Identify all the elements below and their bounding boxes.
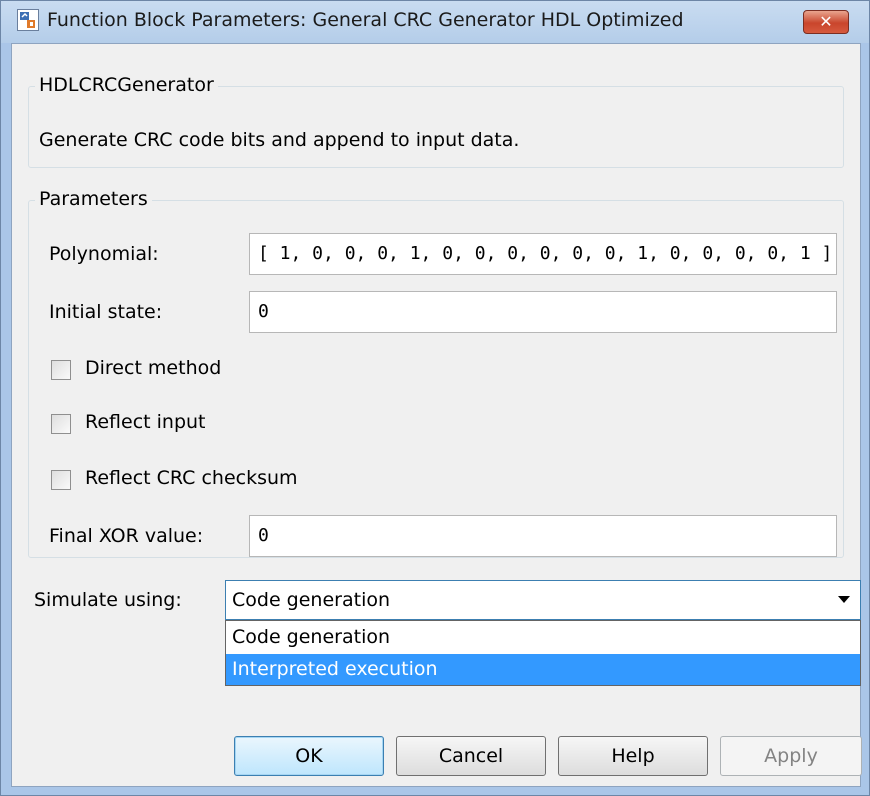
close-icon: ✕ [819, 12, 833, 31]
parameters-legend: Parameters [35, 188, 152, 210]
polynomial-label: Polynomial: [49, 243, 159, 265]
help-button[interactable]: Help [558, 736, 708, 776]
final-xor-label: Final XOR value: [49, 525, 204, 547]
initial-state-field[interactable]: 0 [249, 291, 837, 333]
option-interpreted-execution[interactable]: Interpreted execution [226, 654, 860, 685]
parameters-group: Parameters Polynomial: [ 1, 0, 0, 0, 1, … [28, 188, 844, 558]
reflect-crc-checksum-label: Reflect CRC checksum [85, 467, 298, 489]
simulink-block-icon [17, 9, 39, 31]
simulate-using-label: Simulate using: [34, 589, 182, 611]
cancel-button[interactable]: Cancel [396, 736, 546, 776]
simulate-using-dropdown-list: Code generation Interpreted execution [225, 620, 861, 686]
direct-method-checkbox[interactable] [51, 360, 71, 380]
option-code-generation[interactable]: Code generation [226, 622, 860, 653]
title-bar[interactable]: Function Block Parameters: General CRC G… [1, 1, 869, 43]
apply-button: Apply [720, 736, 862, 776]
window-title: Function Block Parameters: General CRC G… [47, 9, 684, 31]
dropdown-arrow-icon[interactable] [838, 596, 850, 603]
initial-state-label: Initial state: [49, 301, 163, 323]
block-description-group: HDLCRCGenerator Generate CRC code bits a… [28, 74, 844, 168]
direct-method-label: Direct method [85, 357, 222, 379]
ok-button[interactable]: OK [234, 736, 384, 776]
block-type-legend: HDLCRCGenerator [35, 74, 218, 96]
polynomial-field[interactable]: [ 1, 0, 0, 0, 1, 0, 0, 0, 0, 0, 0, 1, 0,… [249, 233, 837, 275]
reflect-crc-checksum-checkbox[interactable] [51, 470, 71, 490]
dialog-window: Function Block Parameters: General CRC G… [0, 0, 870, 796]
final-xor-field[interactable]: 0 [249, 515, 837, 557]
simulate-using-select[interactable]: Code generation [225, 580, 861, 620]
reflect-input-checkbox[interactable] [51, 414, 71, 434]
dialog-body: HDLCRCGenerator Generate CRC code bits a… [11, 43, 862, 787]
close-button[interactable]: ✕ [803, 10, 849, 34]
simulate-using-value: Code generation [232, 589, 391, 611]
block-description: Generate CRC code bits and append to inp… [39, 129, 520, 151]
reflect-input-label: Reflect input [85, 411, 206, 433]
